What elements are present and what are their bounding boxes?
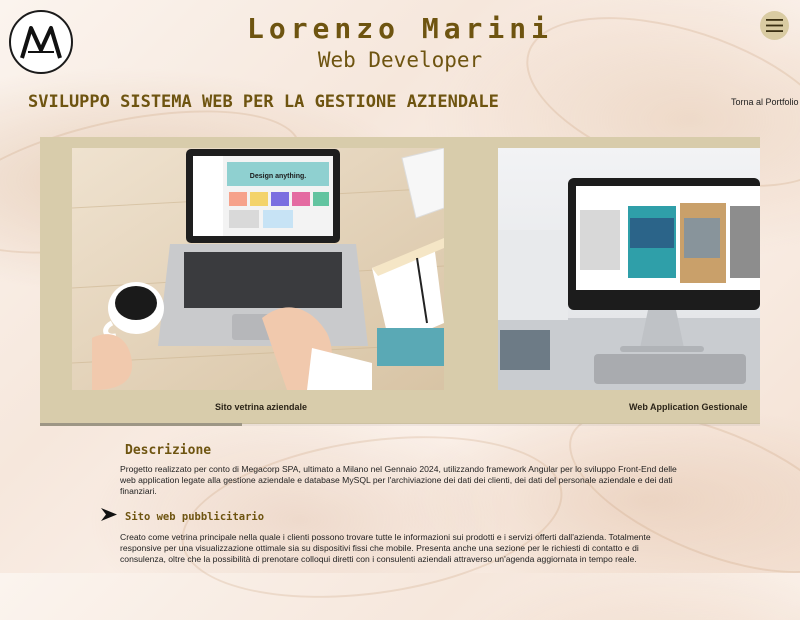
back-to-portfolio-link[interactable]: Torna al Portfolio <box>731 97 799 107</box>
project-gallery[interactable]: Design anything. Sito vetrina aziendale … <box>40 137 760 424</box>
feature-text: Creato come vetrina principale nella qua… <box>120 532 651 564</box>
menu-button[interactable] <box>760 11 789 40</box>
gallery-slide-2-image[interactable] <box>498 148 760 390</box>
site-owner-name: Lorenzo Marini <box>246 12 553 45</box>
gallery-slide-1-caption: Sito vetrina aziendale <box>215 402 308 412</box>
description-text: Progetto realizzato per conto di Megacor… <box>120 464 677 496</box>
site-owner-role: Web Developer <box>317 48 483 72</box>
page-title: SVILUPPO SISTEMA WEB PER LA GESTIONE AZI… <box>28 92 499 112</box>
gallery-slide-2-caption: Web Application Gestionale <box>629 402 748 412</box>
gallery-progress-fill <box>40 423 242 426</box>
description-title: Descrizione <box>125 443 212 458</box>
gallery-slide-1-image[interactable]: Design anything. <box>72 148 444 390</box>
feature-title: Sito web pubblicitario <box>125 511 265 523</box>
hamburger-icon <box>766 19 783 32</box>
gallery-progress-bar[interactable] <box>40 423 760 426</box>
arrow-right-icon <box>101 508 117 521</box>
laptop-screen-text: Design anything. <box>250 173 306 180</box>
